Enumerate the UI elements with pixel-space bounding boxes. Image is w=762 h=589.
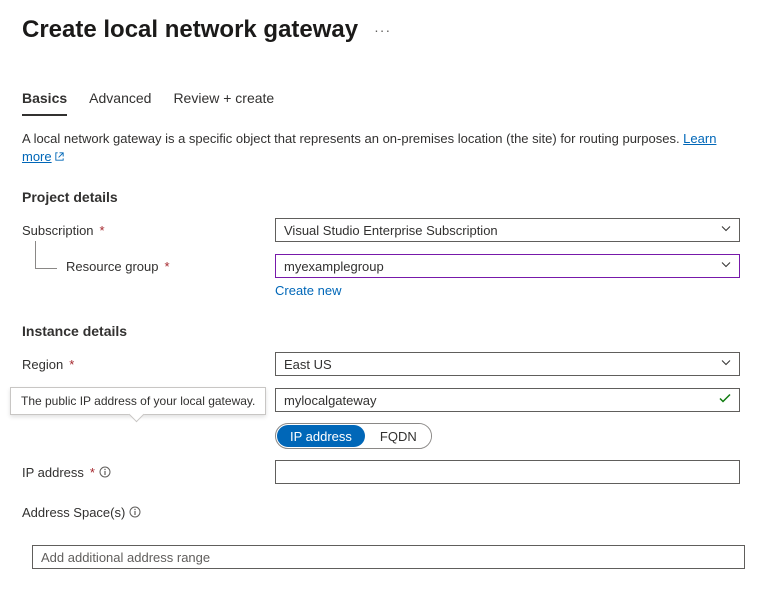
subscription-select[interactable] (275, 218, 740, 242)
info-icon[interactable] (99, 466, 111, 478)
tab-review-create[interactable]: Review + create (173, 84, 274, 116)
section-instance-details: Instance details (22, 323, 740, 339)
external-link-icon (54, 149, 65, 167)
section-project-details: Project details (22, 189, 740, 205)
endpoint-option-ip[interactable]: IP address (277, 425, 365, 447)
label-region: Region* (22, 357, 275, 372)
info-icon[interactable] (129, 506, 141, 518)
region-select[interactable] (275, 352, 740, 376)
tab-advanced[interactable]: Advanced (89, 84, 151, 116)
address-range-input[interactable] (32, 545, 745, 569)
name-input[interactable] (275, 388, 740, 412)
label-subscription: Subscription* (22, 223, 275, 238)
tabs: Basics Advanced Review + create (22, 84, 740, 116)
label-resource-group: Resource group* (22, 259, 275, 274)
description: A local network gateway is a specific ob… (22, 130, 740, 167)
description-text: A local network gateway is a specific ob… (22, 131, 683, 146)
label-ip-address: IP address* (22, 465, 275, 480)
create-new-link[interactable]: Create new (275, 283, 341, 298)
page-title: Create local network gateway (22, 16, 358, 44)
ip-address-input[interactable] (275, 460, 740, 484)
more-actions-icon[interactable]: ··· (374, 22, 391, 42)
tab-basics[interactable]: Basics (22, 84, 67, 116)
tooltip-endpoint: The public IP address of your local gate… (10, 387, 266, 415)
label-address-spaces: Address Space(s) (22, 505, 275, 520)
endpoint-toggle: IP address FQDN (275, 423, 432, 449)
endpoint-option-fqdn[interactable]: FQDN (366, 424, 431, 448)
